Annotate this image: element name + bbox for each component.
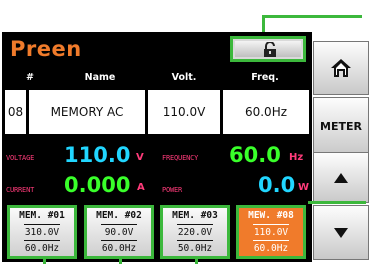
voltage-value: 110.0 [64,143,131,167]
table-header-index: # [26,72,34,83]
memory-title: MEM. #03 [172,210,218,221]
callout-line [308,201,366,204]
voltage-label: VOLTAGE [6,154,35,162]
table-header-volt: Volt. [171,72,197,83]
current-label: CURRENT [6,186,35,194]
power-label: POWER [162,186,183,194]
memory-freq: 60.0Hz [24,243,60,254]
row-name: MEMORY AC [29,90,145,134]
callout-line [43,259,46,264]
down-button[interactable] [313,205,369,260]
memory-freq: 60.0Hz [101,243,137,254]
table-header-name: Name [84,72,116,83]
memory-volt: 310.0V [24,227,60,238]
memory-freq: 50.0Hz [177,243,213,254]
meter-button-label: METER [320,119,362,133]
unlocked-padlock-icon [264,42,276,57]
power-unit: W [298,182,310,193]
memory-title: MEM. #01 [19,210,65,221]
memory-title: MEW. #08 [248,210,294,221]
callout-line [262,15,362,18]
memory-volt: 110.0V [253,227,289,238]
up-arrow-icon [334,172,348,183]
lock-button[interactable] [230,36,306,62]
row-index: 08 [5,90,26,134]
memory-volt: 90.0V [104,227,134,238]
row-freq: 60.0Hz [223,90,309,134]
brand-logo: Preen [10,37,82,61]
memory-freq: 60.0Hz [253,243,289,254]
meter-button[interactable]: METER [313,97,369,155]
frequency-value: 60.0 [229,143,281,167]
memory-button-03[interactable]: MEM. #03 220.0V 50.0Hz [160,205,230,259]
row-volt: 110.0V [148,90,220,134]
callout-line [195,259,198,264]
memory-button-01[interactable]: MEM. #01 310.0V 60.0Hz [7,205,77,259]
memory-button-08[interactable]: MEW. #08 110.0V 60.0Hz [236,205,306,259]
frequency-unit: Hz [289,152,304,163]
frequency-label: FREQUENCY [162,154,199,162]
home-icon [331,59,351,77]
memory-title: MEM. #02 [96,210,142,221]
memory-button-02[interactable]: MEM. #02 90.0V 60.0Hz [84,205,154,259]
up-button[interactable] [313,152,369,203]
current-unit: A [137,182,145,193]
voltage-unit: V [136,152,144,163]
down-arrow-icon [334,227,348,238]
table-header-freq: Freq. [251,72,279,83]
power-value: 0.0 [258,173,296,197]
callout-line [119,259,122,264]
memory-volt: 220.0V [177,227,213,238]
home-button[interactable] [313,41,369,95]
current-value: 0.000 [64,173,131,197]
